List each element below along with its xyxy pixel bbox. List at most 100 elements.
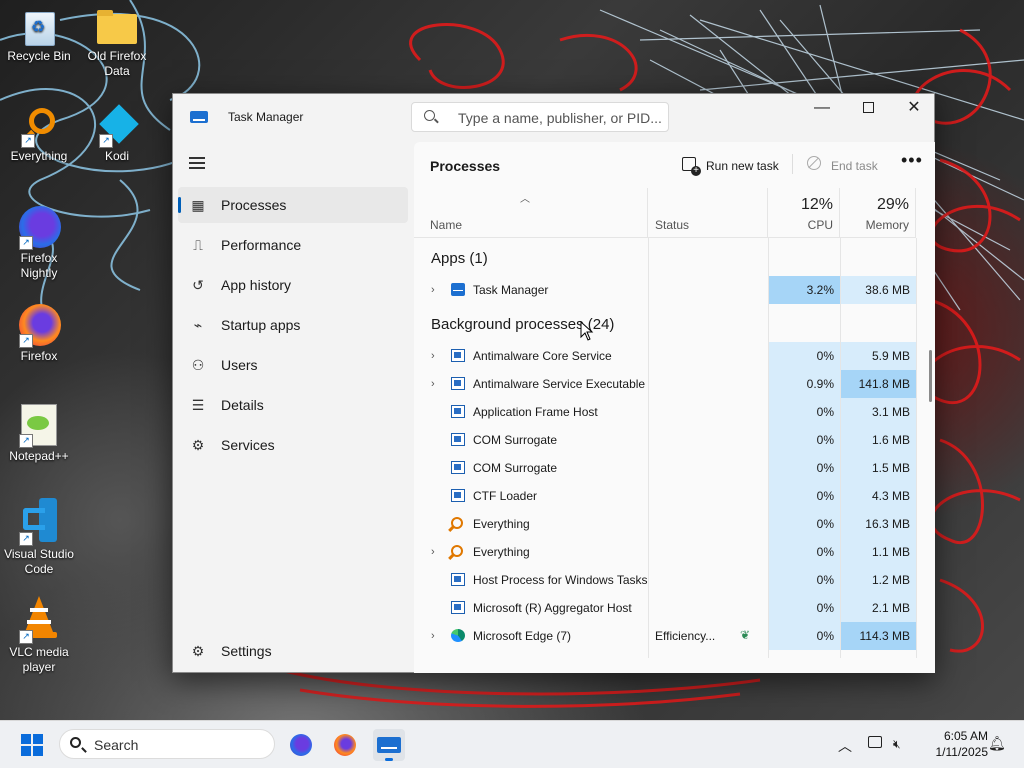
table-row[interactable]: › Everything 0% 1.1 MB <box>414 538 916 566</box>
table-row[interactable]: COM Surrogate 0% 1.6 MB <box>414 426 916 454</box>
volume-muted-icon[interactable]: 🔇︎ <box>893 737 901 752</box>
table-row[interactable]: CTF Loader 0% 4.3 MB <box>414 482 916 510</box>
table-row[interactable]: COM Surrogate 0% 1.5 MB <box>414 454 916 482</box>
desktop-icon-recycle-bin[interactable]: ♻ Recycle Bin <box>1 6 77 64</box>
table-row[interactable]: Microsoft (R) Aggregator Host 0% 2.1 MB <box>414 594 916 622</box>
process-name: Microsoft (R) Aggregator Host <box>473 601 632 615</box>
table-row[interactable]: › Microsoft Edge (7) Efficiency... ❦ 0% … <box>414 622 916 650</box>
task-manager-taskbar-icon[interactable] <box>373 729 405 761</box>
close-button[interactable]: ✕ <box>891 94 937 122</box>
desktop-icon-label: Notepad++ <box>9 449 69 463</box>
desktop-icon-firefox[interactable]: ↗ Firefox <box>1 302 77 364</box>
process-name: CTF Loader <box>473 489 538 503</box>
run-new-task-label[interactable]: Run new task <box>706 159 779 173</box>
users-icon: ⚇ <box>191 357 205 373</box>
app-history-icon: ↺ <box>192 277 204 293</box>
maximize-button[interactable] <box>845 94 891 122</box>
clock-date: 1/11/2025 <box>935 745 989 759</box>
start-button[interactable] <box>21 734 43 756</box>
processes-icon: ▦ <box>191 197 205 213</box>
desktop-icon-everything[interactable]: ↗ Everything <box>1 106 77 164</box>
column-header-status[interactable]: Status <box>648 188 768 238</box>
process-name: COM Surrogate <box>473 433 558 447</box>
windows-process-icon <box>451 461 465 474</box>
notification-bell-icon[interactable]: 🔔︎ <box>988 735 1006 752</box>
expand-chevron-icon[interactable]: › <box>431 378 435 390</box>
settings-gear-icon: ⚙ <box>191 643 205 659</box>
title-bar[interactable]: Task Manager — ✕ <box>173 94 934 138</box>
memory-value: 5.9 MB <box>841 342 916 370</box>
memory-value: 2.1 MB <box>841 594 916 622</box>
search-input[interactable] <box>456 108 665 128</box>
minimize-button[interactable]: — <box>799 94 845 122</box>
clock-time: 6:05 AM <box>943 729 988 743</box>
windows-process-icon <box>451 601 465 614</box>
taskbar-clock[interactable]: 6:05 AM 1/11/2025 <box>918 728 989 760</box>
nav-item-users[interactable]: ⚇ Users <box>178 347 408 383</box>
desktop-icon-kodi[interactable]: ↗ Kodi <box>79 104 155 164</box>
cpu-value: 0% <box>769 426 840 454</box>
firefox-nightly-taskbar-icon[interactable] <box>285 729 317 761</box>
hamburger-menu-button[interactable] <box>189 157 205 169</box>
end-task-button[interactable]: End task <box>831 159 878 173</box>
nav-item-settings[interactable]: ⚙ Settings <box>178 633 408 669</box>
column-header-memory[interactable]: 29% Memory <box>840 188 916 238</box>
performance-icon: ⎍ <box>193 237 203 253</box>
taskbar-search-box[interactable]: Search <box>59 729 275 759</box>
desktop-icon-label: Firefox Nightly <box>20 251 58 280</box>
column-header-cpu[interactable]: 12% CPU <box>768 188 840 238</box>
expand-chevron-icon[interactable]: › <box>431 350 435 362</box>
windows-process-icon <box>451 377 465 390</box>
nav-item-performance[interactable]: ⎍ Performance <box>178 227 408 263</box>
everything-icon <box>451 517 463 529</box>
maximize-icon <box>862 102 874 114</box>
expand-chevron-icon[interactable]: › <box>431 284 435 296</box>
cpu-value: 0% <box>769 398 840 426</box>
memory-total-percent: 29% <box>876 196 909 213</box>
column-header-name[interactable]: ︿ Name <box>414 188 648 238</box>
table-row[interactable]: Application Frame Host 0% 3.1 MB <box>414 398 916 426</box>
chevron-up-icon[interactable]: ︿ <box>838 736 852 756</box>
table-row[interactable]: › Task Manager 3.2% 38.6 MB <box>414 276 916 304</box>
cpu-value: 0% <box>769 594 840 622</box>
nav-item-startup-apps[interactable]: ⌁ Startup apps <box>178 307 408 343</box>
desktop-icon-label: Firefox <box>20 349 58 363</box>
nav-item-services[interactable]: ⚙ Services <box>178 427 408 463</box>
desktop-icon-label: Recycle Bin <box>7 49 71 63</box>
nav-item-details[interactable]: ☰ Details <box>178 387 408 423</box>
table-row[interactable]: Everything 0% 16.3 MB <box>414 510 916 538</box>
desktop-icon-label: VLC media player <box>9 645 69 674</box>
table-row[interactable]: › Antimalware Core Service 0% 5.9 MB <box>414 342 916 370</box>
taskbar-search-label: Search <box>94 737 139 753</box>
more-options-button[interactable]: ••• <box>901 151 923 169</box>
desktop-icon-old-firefox-data[interactable]: Old Firefox Data <box>79 6 155 79</box>
expand-chevron-icon[interactable]: › <box>431 630 435 642</box>
search-box[interactable] <box>411 102 669 132</box>
nav-item-processes[interactable]: ▦ Processes <box>178 187 408 223</box>
network-icon[interactable] <box>868 736 882 748</box>
desktop-icon-vscode[interactable]: ↗ Visual Studio Code <box>1 496 77 577</box>
desktop-icon-firefox-nightly[interactable]: ↗ Firefox Nightly <box>1 204 77 281</box>
table-row[interactable]: Host Process for Windows Tasks 0% 1.2 MB <box>414 566 916 594</box>
windows-process-icon <box>451 349 465 362</box>
column-divider <box>916 238 917 658</box>
vertical-scrollbar[interactable] <box>929 350 932 402</box>
nav-item-label: Performance <box>221 237 302 253</box>
desktop-icon-notepad-plus-plus[interactable]: ↗ Notepad++ <box>1 402 77 464</box>
desktop-icon-label: Everything <box>10 149 68 163</box>
desktop-icon-vlc[interactable]: ↗ VLC media player <box>1 594 77 675</box>
process-name: COM Surrogate <box>473 461 558 475</box>
windows-process-icon <box>451 405 465 418</box>
desktop-icon-label: Kodi <box>104 149 130 163</box>
nav-item-app-history[interactable]: ↺ App history <box>178 267 408 303</box>
task-manager-window: Task Manager — ✕ ▦ Processes ⎍ Performan… <box>172 93 935 673</box>
column-label: Status <box>655 218 690 232</box>
firefox-taskbar-icon[interactable] <box>329 729 361 761</box>
memory-value: 1.5 MB <box>841 454 916 482</box>
shortcut-arrow-icon: ↗ <box>19 630 33 644</box>
expand-chevron-icon[interactable]: › <box>431 546 435 558</box>
search-icon <box>70 737 81 748</box>
table-row[interactable]: › Antimalware Service Executable 0.9% 14… <box>414 370 916 398</box>
window-title: Task Manager <box>228 110 304 124</box>
process-name: Host Process for Windows Tasks <box>473 573 648 587</box>
